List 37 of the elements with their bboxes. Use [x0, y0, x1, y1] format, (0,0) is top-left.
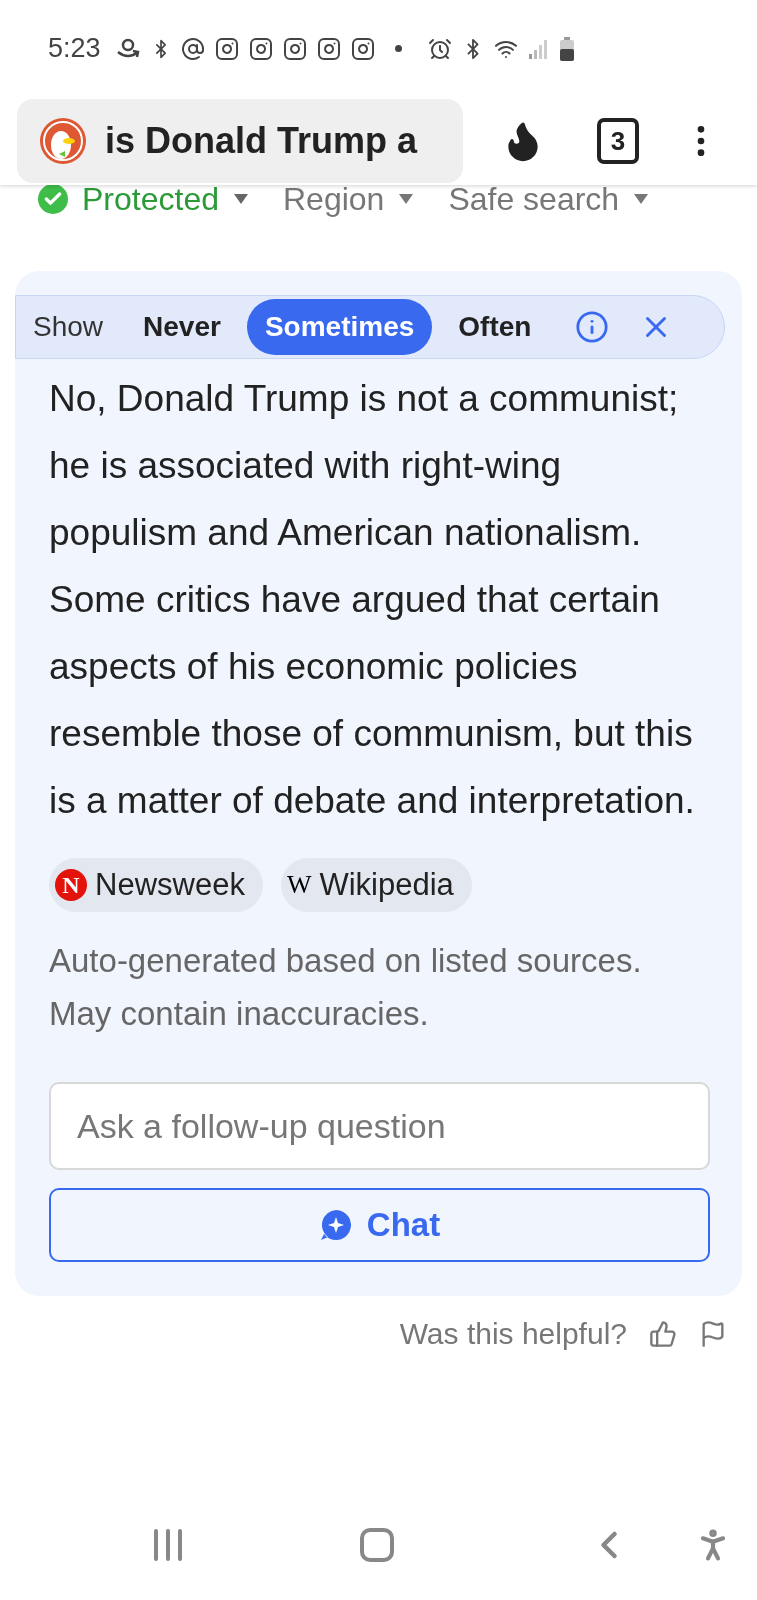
- instagram-icon: [282, 36, 307, 61]
- clock-time: 5:23: [48, 32, 101, 66]
- feedback-prompt: Was this helpful?: [399, 1316, 627, 1352]
- frequency-option[interactable]: Often: [440, 299, 550, 355]
- frequency-option[interactable]: Never: [125, 299, 239, 355]
- search-query: is Donald Trump a: [105, 119, 418, 163]
- frequency-option[interactable]: Sometimes: [246, 299, 433, 355]
- tab-count-button[interactable]: 3: [597, 118, 639, 164]
- home-icon[interactable]: [360, 1528, 394, 1562]
- newsweek-logo-icon: N: [55, 869, 87, 901]
- source-name: Newsweek: [95, 865, 245, 904]
- caret-icon: [633, 193, 650, 205]
- instagram-icon: [248, 36, 273, 61]
- source-chip[interactable]: N Newsweek: [49, 858, 263, 912]
- thumbs-up-icon[interactable]: [649, 1320, 677, 1348]
- chat-bubble-icon: [318, 1208, 353, 1242]
- recent-apps-icon[interactable]: [153, 1529, 183, 1561]
- caret-icon: [398, 193, 415, 205]
- chat-button[interactable]: Chat: [49, 1188, 710, 1262]
- wikipedia-logo-icon: W: [286, 872, 312, 898]
- source-name: Wikipedia: [319, 865, 454, 904]
- alarm-clock-icon: [427, 36, 452, 61]
- signal-icon: [527, 37, 550, 60]
- caret-icon: [232, 193, 249, 205]
- instagram-icon: [316, 36, 341, 61]
- battery-icon: [559, 36, 574, 61]
- instagram-icon: [350, 36, 375, 61]
- answer-text: No, Donald Trump is not a communist; he is associated with right-wing populism and American nationalism. Some critics have argued that certain aspects of his economic policies resemble those of communism, but this is a matter of debate and interpretation.: [49, 377, 696, 823]
- address-bar[interactable]: is Donald Trump a: [17, 99, 463, 183]
- info-icon[interactable]: [575, 310, 610, 344]
- duck-logo-icon: [39, 117, 87, 165]
- follow-up-field[interactable]: Ask a follow-up question: [49, 1082, 710, 1170]
- source-chip[interactable]: W Wikipedia: [280, 858, 472, 912]
- disclaimer-text: Auto-generated based on listed sources. May contain inaccuracies.: [49, 941, 643, 1034]
- show-label: Show: [33, 310, 104, 344]
- at-sign-icon: [180, 36, 205, 61]
- instagram-icon: [214, 36, 239, 61]
